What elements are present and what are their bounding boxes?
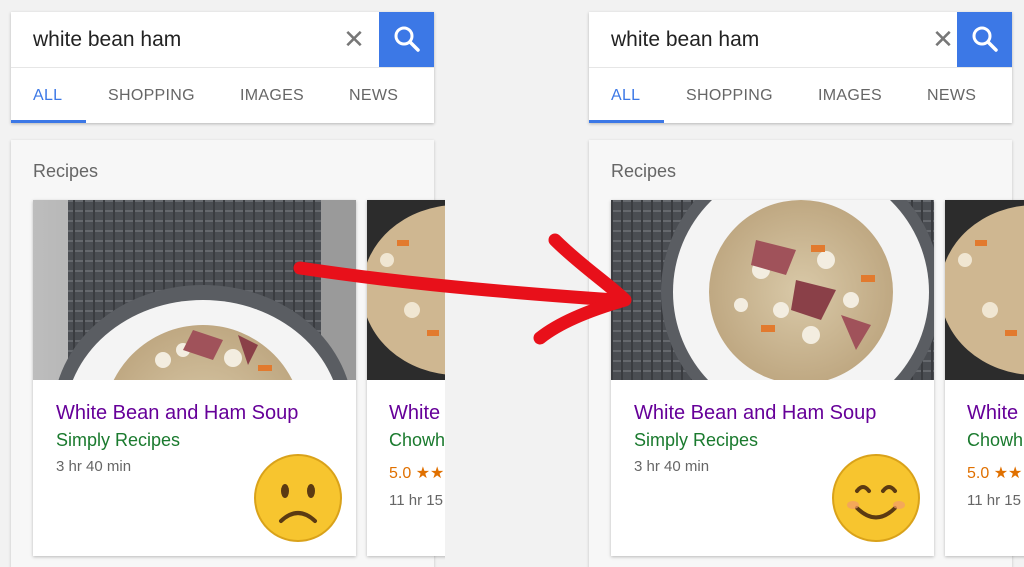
search-icon [972,26,998,52]
after-panel: white bean ham ✕ ALL SHOPPING IMAGES NEW… [578,0,1024,567]
search-input[interactable]: white bean ham [611,28,759,52]
search-input[interactable]: white bean ham [33,28,181,52]
tab-all[interactable]: ALL [611,87,640,105]
search-box: white bean ham ✕ ALL SHOPPING IMAGES NEW… [589,12,1012,123]
frowning-face-icon [254,454,342,542]
before-panel: white bean ham ✕ ALL SHOPPING IMAGES NEW… [0,0,445,567]
active-tab-indicator [11,120,86,123]
recipe-time: 3 hr 40 min [56,458,132,475]
recipe-photo [945,200,1024,380]
recipe-card[interactable]: White Chowh 5.0 ★★ 11 hr 15 [367,200,445,556]
recipe-card[interactable]: White Bean and Ham Soup Simply Recipes 3… [33,200,356,556]
tab-shopping[interactable]: SHOPPING [108,87,195,105]
recipes-section: Recipes White Bean and Ham Soup Simply R… [589,140,1024,567]
recipe-photo-cropped [33,200,356,380]
recipe-time: 11 hr 15 [967,492,1021,509]
recipe-title[interactable]: White [389,402,440,425]
search-button[interactable] [957,12,1012,67]
recipes-heading: Recipes [611,161,677,181]
tab-news[interactable]: NEWS [349,87,398,105]
tab-images[interactable]: IMAGES [818,87,882,105]
recipe-card[interactable]: White Bean and Ham Soup Simply Recipes 3… [611,200,934,556]
search-bar: white bean ham ✕ [589,12,1012,67]
recipe-time: 3 hr 40 min [634,458,710,475]
recipes-section: Recipes White Bean and Ham Soup Simply R… [11,140,445,567]
recipe-source: Simply Recipes [56,430,181,450]
clear-icon[interactable]: ✕ [930,24,956,54]
search-box: white bean ham ✕ ALL SHOPPING IMAGES NEW… [11,12,434,123]
recipe-card[interactable]: White Chowh 5.0 ★★ 11 hr 15 [945,200,1024,556]
tab-images[interactable]: IMAGES [240,87,304,105]
search-button[interactable] [379,12,434,67]
tab-all[interactable]: ALL [33,87,62,105]
tab-bar: ALL SHOPPING IMAGES NEWS [11,68,434,123]
recipe-source: Chowh [389,430,445,450]
recipe-rating: 5.0 ★★ [967,465,1023,482]
search-bar: white bean ham ✕ [11,12,434,67]
recipe-title[interactable]: White Bean and Ham Soup [634,402,876,425]
active-tab-indicator [589,120,664,123]
clear-icon[interactable]: ✕ [341,24,367,54]
recipe-photo-full [611,200,934,380]
recipes-heading: Recipes [33,161,99,181]
recipe-time: 11 hr 15 [389,492,443,509]
tab-shopping[interactable]: SHOPPING [686,87,773,105]
recipe-title[interactable]: White [967,402,1018,425]
recipe-photo [367,200,445,380]
recipe-title[interactable]: White Bean and Ham Soup [56,402,298,425]
tab-news[interactable]: NEWS [927,87,976,105]
tab-bar: ALL SHOPPING IMAGES NEWS [589,68,1012,123]
recipe-rating: 5.0 ★★ [389,465,445,482]
recipe-source: Chowh [967,430,1024,450]
search-icon [394,26,420,52]
smiling-face-icon [832,454,920,542]
recipe-source: Simply Recipes [634,430,759,450]
